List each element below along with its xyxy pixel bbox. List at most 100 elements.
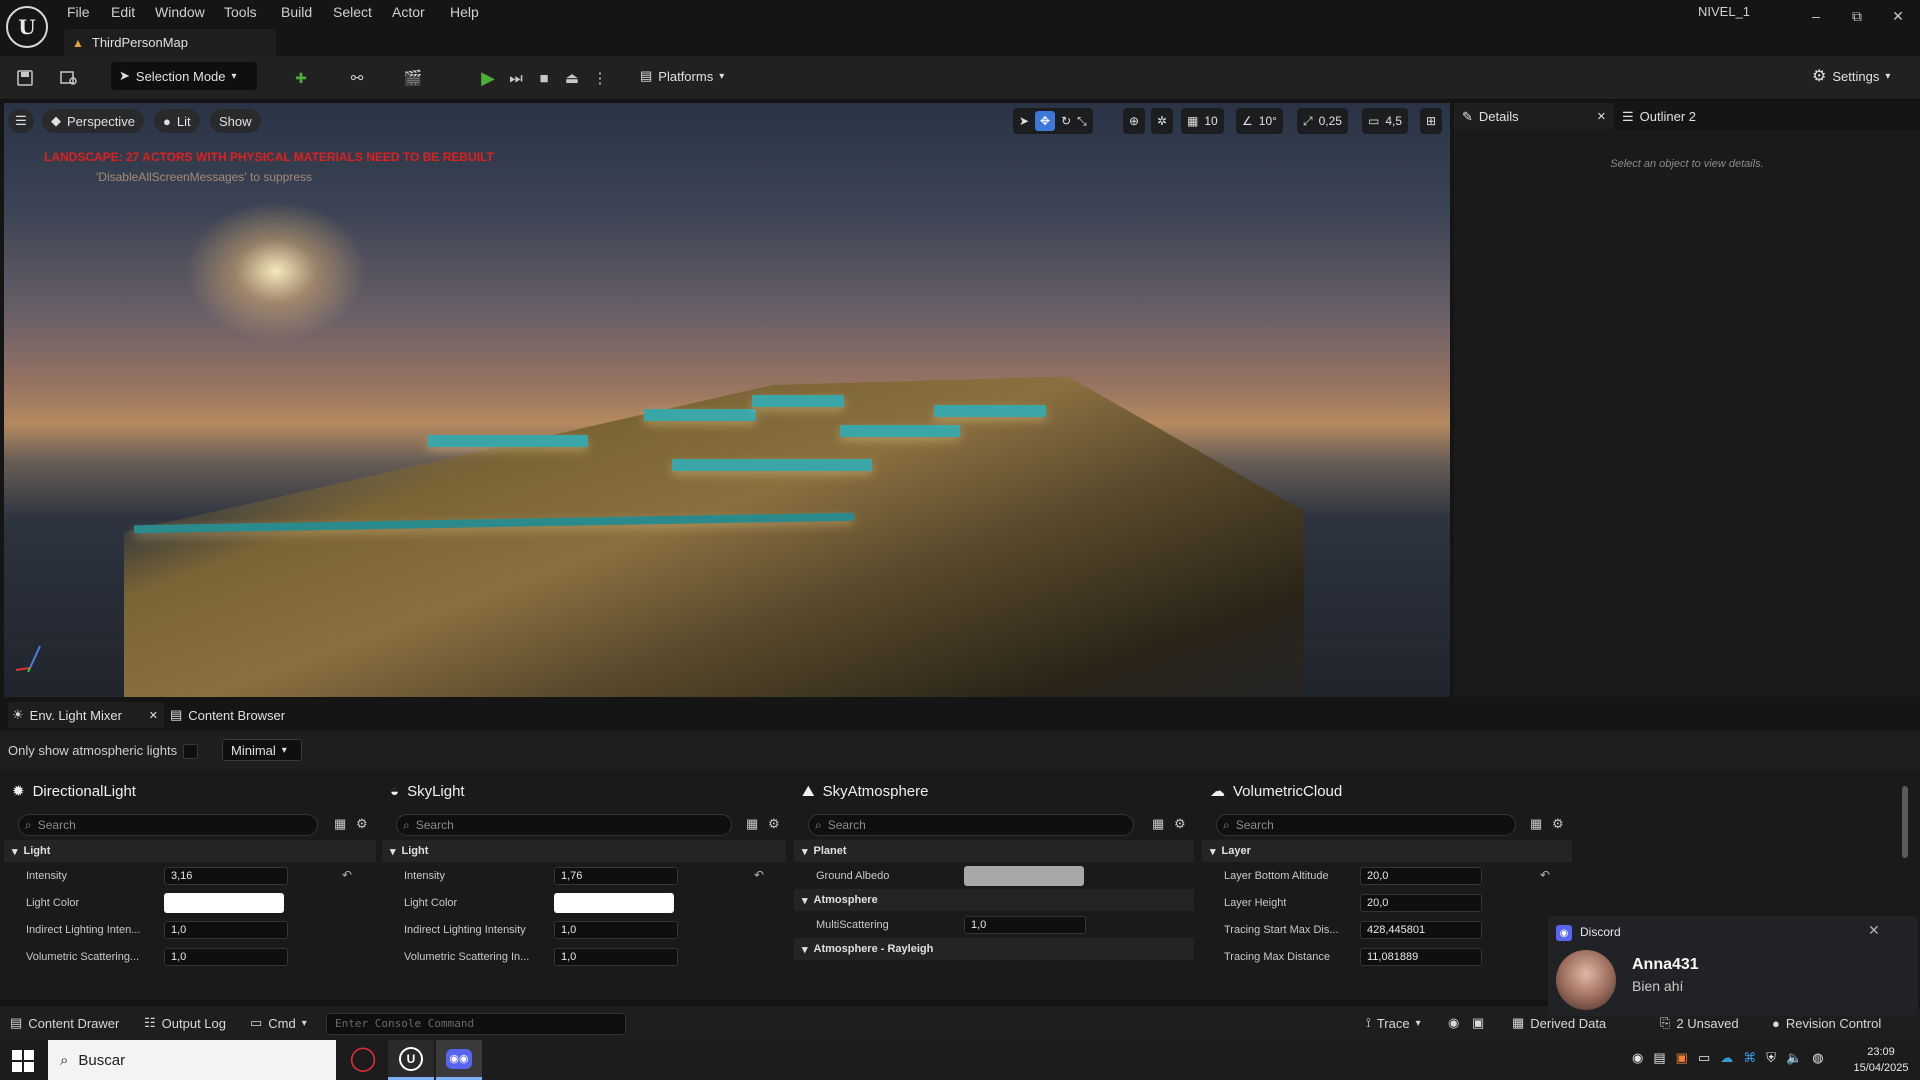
content-drawer-button[interactable]: ▤ Content Drawer (10, 1011, 119, 1035)
menu-file[interactable]: File (67, 2, 90, 22)
layer-bottom-altitude-field[interactable]: 20,0 (1360, 866, 1482, 885)
intensity-field[interactable]: 1,76 (554, 866, 678, 885)
tracing-max-distance-field[interactable]: 11,081889 (1360, 947, 1482, 966)
perspective-button[interactable]: ◆ Perspective (42, 109, 144, 133)
tray-display-icon[interactable]: ▭ (1698, 1050, 1710, 1066)
table-view-icon[interactable]: ▦ (746, 816, 758, 832)
tab-thirdpersonmap[interactable]: ▲ ThirdPersonMap (64, 29, 276, 56)
save-icon[interactable] (12, 66, 38, 90)
table-view-icon[interactable]: ▦ (1152, 816, 1164, 832)
rotation-snap-button[interactable]: ∠ 10° (1236, 108, 1283, 134)
viewport-menu-button[interactable]: ☰ (8, 109, 34, 133)
indirect-intensity-field[interactable]: 1,0 (554, 920, 678, 939)
viewport-layout-button[interactable]: ⊞ (1420, 108, 1443, 134)
section-header[interactable]: ▾ Planet (794, 840, 1194, 862)
view-mode-dropdown[interactable]: Minimal ▾ (222, 739, 302, 761)
grid-snap-button[interactable]: ▦ 10 (1181, 108, 1224, 134)
menu-tools[interactable]: Tools (224, 2, 257, 22)
section-header[interactable]: ▾ Layer (1202, 840, 1572, 862)
add-actor-icon[interactable]: ✚ (288, 66, 314, 90)
unreal-engine-icon[interactable]: U (388, 1040, 434, 1080)
lit-button[interactable]: ● Lit (154, 109, 200, 133)
windows-start-icon[interactable] (12, 1050, 34, 1072)
close-icon[interactable]: ✕ (149, 709, 158, 722)
discord-taskbar-icon[interactable]: ◉◉ (436, 1040, 482, 1080)
select-arrow-icon[interactable]: ➤ (1019, 114, 1029, 128)
reset-icon[interactable]: ↶ (754, 868, 764, 882)
gear-icon[interactable]: ⚙ (768, 816, 780, 832)
menu-edit[interactable]: Edit (111, 2, 135, 22)
scale-snap-button[interactable]: ⤢ 0,25 (1297, 108, 1348, 134)
section-header[interactable]: ▾ Atmosphere (794, 889, 1194, 911)
volumetric-scattering-field[interactable]: 1,0 (554, 947, 678, 966)
layer-height-field[interactable]: 20,0 (1360, 893, 1482, 912)
intensity-field[interactable]: 3,16 (164, 866, 288, 885)
indirect-intensity-field[interactable]: 1,0 (164, 920, 288, 939)
restore-button[interactable]: ⧉ (1839, 2, 1875, 30)
camera-speed-button[interactable]: ▭ 4,5 (1362, 108, 1409, 134)
light-color-swatch[interactable] (164, 892, 284, 913)
screenshot-icon[interactable]: ▣ (1472, 1011, 1484, 1035)
gear-icon[interactable]: ⚙ (1552, 816, 1564, 832)
tracing-start-max-distance-field[interactable]: 428,445801 (1360, 920, 1482, 939)
step-icon[interactable]: ⏭ (503, 66, 529, 90)
reset-icon[interactable]: ↶ (1540, 868, 1550, 882)
cinematics-icon[interactable]: 🎬 (400, 66, 426, 90)
trace-dropdown[interactable]: ⟟ Trace ▾ (1366, 1011, 1421, 1035)
menu-build[interactable]: Build (281, 2, 312, 22)
search-input[interactable]: ⌕ Search (396, 814, 732, 836)
tab-outliner[interactable]: ☰ Outliner 2 (1614, 103, 1704, 130)
light-color-swatch[interactable] (554, 892, 674, 913)
stop-icon[interactable]: ■ (531, 66, 557, 90)
menu-help[interactable]: Help (450, 2, 479, 22)
tray-app-icon[interactable]: ▣ (1676, 1050, 1688, 1066)
gear-icon[interactable]: ⚙ (356, 816, 368, 832)
tab-light-mixer[interactable]: ☀ Env. Light Mixer ✕ (8, 702, 164, 728)
network-icon[interactable]: ◍ (1812, 1050, 1823, 1066)
taskbar-clock[interactable]: 23:09 15/04/2025 (1848, 1044, 1914, 1076)
rotate-tool-icon[interactable]: ↻ (1061, 114, 1071, 128)
tray-discord-icon[interactable]: ◉ (1632, 1050, 1643, 1066)
unreal-logo-icon[interactable]: U (6, 6, 48, 48)
tray-keyboard-icon[interactable]: ▤ (1653, 1050, 1665, 1066)
vertical-scrollbar[interactable] (1902, 786, 1908, 858)
multiscattering-field[interactable]: 1,0 (964, 915, 1086, 934)
section-header[interactable]: ▾ Light (4, 840, 376, 862)
move-tool-icon[interactable]: ✥ (1035, 111, 1056, 131)
reset-icon[interactable]: ↶ (342, 868, 352, 882)
search-input[interactable]: ⌕ Search (808, 814, 1134, 836)
browse-icon[interactable] (56, 66, 82, 90)
only-show-atmospheric-checkbox[interactable] (183, 744, 198, 759)
menu-window[interactable]: Window (155, 2, 205, 22)
tab-details[interactable]: ✎ Details ✕ (1454, 103, 1614, 130)
gear-icon[interactable]: ⚙ (1174, 816, 1186, 832)
blueprint-icon[interactable]: ⚯ (344, 66, 370, 90)
search-input[interactable]: ⌕ Search (1216, 814, 1516, 836)
opera-icon[interactable]: ◯ (340, 1040, 386, 1080)
settings-dropdown[interactable]: ⚙ Settings ▾ (1812, 62, 1890, 90)
console-input[interactable]: Enter Console Command (326, 1013, 626, 1035)
selection-mode-dropdown[interactable]: ➤ Selection Mode ▾ (111, 62, 257, 90)
cmd-dropdown[interactable]: ▭ Cmd ▾ (250, 1011, 307, 1035)
table-view-icon[interactable]: ▦ (334, 816, 346, 832)
section-header[interactable]: ▾ Light (382, 840, 786, 862)
close-icon[interactable]: ✕ (1868, 922, 1880, 939)
close-icon[interactable]: ✕ (1597, 110, 1606, 123)
search-input[interactable]: ⌕ Search (18, 814, 318, 836)
taskbar-search-input[interactable]: ⌕ Buscar (48, 1040, 336, 1080)
tab-content-browser[interactable]: ▤ Content Browser (170, 702, 285, 728)
tray-bluetooth-icon[interactable]: ⌘ (1743, 1050, 1756, 1066)
volume-icon[interactable]: 🔈 (1786, 1050, 1802, 1066)
world-local-toggle[interactable]: ⊕ (1123, 108, 1146, 134)
level-viewport[interactable] (4, 103, 1450, 697)
menu-actor[interactable]: Actor (392, 2, 425, 22)
show-button[interactable]: Show (210, 109, 261, 133)
scale-tool-icon[interactable]: ⤡ (1077, 114, 1087, 129)
close-button[interactable]: ✕ (1880, 2, 1916, 30)
section-header[interactable]: ▾ Atmosphere - Rayleigh (794, 938, 1194, 960)
output-log-button[interactable]: ☷ Output Log (144, 1011, 226, 1035)
tray-onedrive-icon[interactable]: ☁ (1720, 1050, 1733, 1066)
minimize-button[interactable]: – (1798, 2, 1834, 30)
more-options-icon[interactable]: ⋮ (587, 66, 613, 90)
record-icon[interactable]: ◉ (1448, 1011, 1459, 1035)
